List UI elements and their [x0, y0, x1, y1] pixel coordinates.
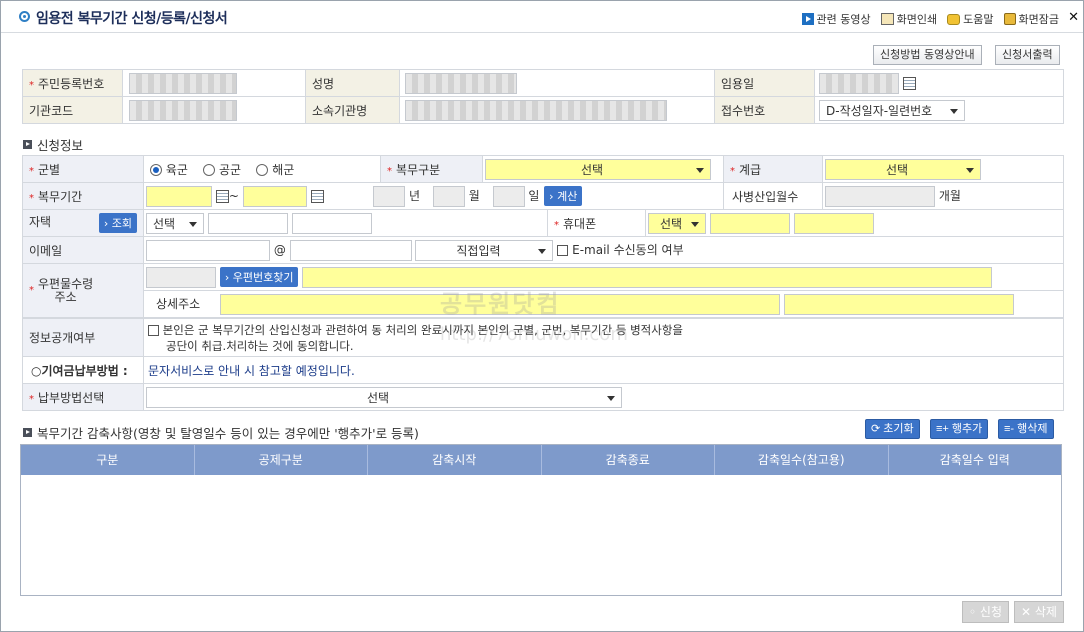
print-icon — [880, 13, 894, 25]
close-icon[interactable]: ✕ — [1068, 10, 1079, 25]
address-field[interactable] — [302, 266, 993, 288]
calendar-icon[interactable] — [215, 189, 229, 203]
receipt-no-select[interactable]: D-작성일자-일련번호 — [819, 99, 965, 121]
payment-method-note: 문자서비스로 안내 시 참고할 예정입니다. — [143, 356, 1064, 384]
service-type-label: * 복무구분 — [380, 155, 483, 183]
add-row-button[interactable]: ≡+ 행추가 — [930, 419, 989, 439]
org-code-label: 기관코드 — [22, 96, 123, 124]
video-guide-button[interactable]: 신청방법 동영상안내 — [873, 45, 982, 65]
name-field[interactable] — [405, 72, 517, 94]
disclosure-table: 정보공개여부 본인은 군 복무기간의 산입신청과 관련하여 동 처리의 완료시까… — [22, 318, 1064, 411]
email-domain-select[interactable]: 직접입력 — [415, 239, 554, 261]
rank-select[interactable]: 선택 — [825, 158, 981, 180]
radio-airforce[interactable]: 공군 — [203, 163, 241, 177]
mobile-mid-field[interactable] — [709, 212, 790, 234]
phone-area-select[interactable]: 선택 — [146, 212, 204, 234]
zip-search-button[interactable]: › 우편번호찾기 — [219, 267, 299, 287]
help-icon — [947, 13, 961, 25]
apply-button[interactable]: ◦ 신청 — [962, 601, 1009, 623]
column-header[interactable]: 감축일수(참고용) — [715, 445, 889, 475]
org-name-label: 소속기관명 — [305, 96, 400, 124]
months-field[interactable] — [432, 185, 465, 207]
service-type-select[interactable]: 선택 — [485, 158, 711, 180]
rank-label: * 계급 — [723, 155, 823, 183]
calc-button[interactable]: › 계산 — [544, 186, 583, 206]
column-header[interactable]: 감축종료 — [542, 445, 715, 475]
calendar-icon[interactable] — [902, 76, 916, 90]
service-months-field[interactable] — [825, 185, 935, 207]
payment-select[interactable]: 선택 — [146, 386, 622, 408]
disclosure-label: 정보공개여부 — [22, 318, 144, 357]
resident-no-field[interactable] — [129, 72, 237, 94]
column-header[interactable]: 감축시작 — [368, 445, 542, 475]
payment-method-label: ○기여금납부방법 : — [22, 356, 144, 384]
mobile-label: * 휴대폰 — [547, 209, 646, 237]
lookup-button[interactable]: › 조회 — [98, 213, 137, 233]
grid-header: 구분 공제구분 감축시작 감축종료 감축일수(참고용) 감축일수 입력 — [21, 445, 1061, 475]
phone-last-field[interactable] — [291, 212, 372, 234]
help-link[interactable]: 도움말 — [947, 11, 994, 27]
reduction-section-header: 복무기간 감축사항(영창 및 탈영일수 등이 있는 경우에만 '행추가'로 등록… — [23, 423, 419, 442]
appoint-date-label: 임용일 — [714, 69, 815, 97]
org-name-field[interactable] — [405, 99, 667, 121]
target-icon — [19, 11, 30, 22]
column-header[interactable]: 공제구분 — [195, 445, 368, 475]
page-title: 임용전 복무기간 신청/등록/신청서 — [36, 11, 228, 27]
apply-section-header: 신청정보 — [23, 135, 83, 154]
years-field[interactable] — [373, 185, 406, 207]
email-id-field[interactable] — [146, 239, 270, 261]
top-links: 관련 동영상 화면인쇄 도움말 화면잠금 — [801, 11, 1059, 27]
column-header[interactable]: 구분 — [21, 445, 195, 475]
basic-info-table: * 주민등록번호 성명 임용일 기관코드 소속기관명 접수번호 D-작성일자-일련… — [22, 69, 1064, 124]
section-arrow-icon — [23, 428, 32, 437]
mobile-last-field[interactable] — [793, 212, 874, 234]
name-label: 성명 — [305, 69, 400, 97]
column-header[interactable]: 감축일수 입력 — [889, 445, 1062, 475]
reset-button[interactable]: ⟳ 초기화 — [865, 419, 920, 439]
months-label: 사병산입월수 — [723, 182, 823, 210]
period-end-field[interactable] — [242, 185, 307, 207]
org-code-field[interactable] — [129, 99, 237, 121]
phone-table: 자택 › 조회 선택 * 휴대폰 선택 — [22, 209, 1064, 237]
email-domain-field[interactable] — [289, 239, 412, 261]
email-table: 이메일 @ 직접입력 E-mail 수신동의 여부 — [22, 236, 1064, 264]
delete-row-button[interactable]: ≡- 행삭제 — [998, 419, 1054, 439]
phone-mid-field[interactable] — [207, 212, 288, 234]
address-table: * 우편물수령 주소 › 우편번호찾기 상세주소 — [22, 263, 1064, 318]
period-table: * 복무기간 ~ 년 월 일 › 계산 사병산입월수 개월 — [22, 182, 1064, 210]
mobile-prefix-select[interactable]: 선택 — [648, 212, 706, 234]
radio-navy[interactable]: 해군 — [256, 163, 294, 177]
print-screen-link[interactable]: 화면인쇄 — [880, 11, 937, 27]
calendar-icon[interactable] — [310, 189, 324, 203]
phone-label: 자택 — [29, 215, 52, 229]
payment-select-label: * 납부방법선택 — [22, 383, 144, 411]
email-label: 이메일 — [22, 236, 144, 264]
days-field[interactable] — [492, 185, 525, 207]
appoint-date-field[interactable] — [819, 72, 899, 94]
delete-button[interactable]: ✕ 삭제 — [1014, 601, 1064, 623]
lock-icon — [1003, 13, 1016, 25]
title-bar: 임용전 복무기간 신청/등록/신청서 관련 동영상 화면인쇄 도움말 화면잠금 … — [1, 1, 1083, 33]
video-icon — [801, 13, 814, 25]
period-label: * 복무기간 — [22, 182, 144, 210]
zipcode-field[interactable] — [146, 266, 216, 288]
resident-no-label: * 주민등록번호 — [22, 69, 123, 97]
detail-address-field[interactable] — [219, 293, 780, 315]
email-consent-checkbox[interactable] — [557, 244, 569, 256]
disclosure-checkbox[interactable] — [148, 324, 159, 336]
detail-address-label: 상세주소 — [156, 296, 201, 311]
detail-address-extra-field[interactable] — [783, 293, 1014, 315]
lock-screen-link[interactable]: 화면잠금 — [1003, 11, 1059, 27]
address-label: * 우편물수령 주소 — [22, 263, 144, 318]
apply-info-table: * 군별 육군 공군 해군 * 복무구분 선택 * 계급 선택 — [22, 155, 1064, 183]
receipt-no-label: 접수번호 — [714, 96, 815, 124]
radio-army[interactable]: 육군 — [150, 163, 188, 177]
period-start-field[interactable] — [146, 185, 212, 207]
related-video-link[interactable]: 관련 동영상 — [801, 11, 871, 27]
section-arrow-icon — [23, 140, 32, 149]
branch-label: * 군별 — [22, 155, 144, 183]
print-form-button[interactable]: 신청서출력 — [995, 45, 1060, 65]
reduction-grid: 구분 공제구분 감축시작 감축종료 감축일수(참고용) 감축일수 입력 — [20, 444, 1062, 596]
